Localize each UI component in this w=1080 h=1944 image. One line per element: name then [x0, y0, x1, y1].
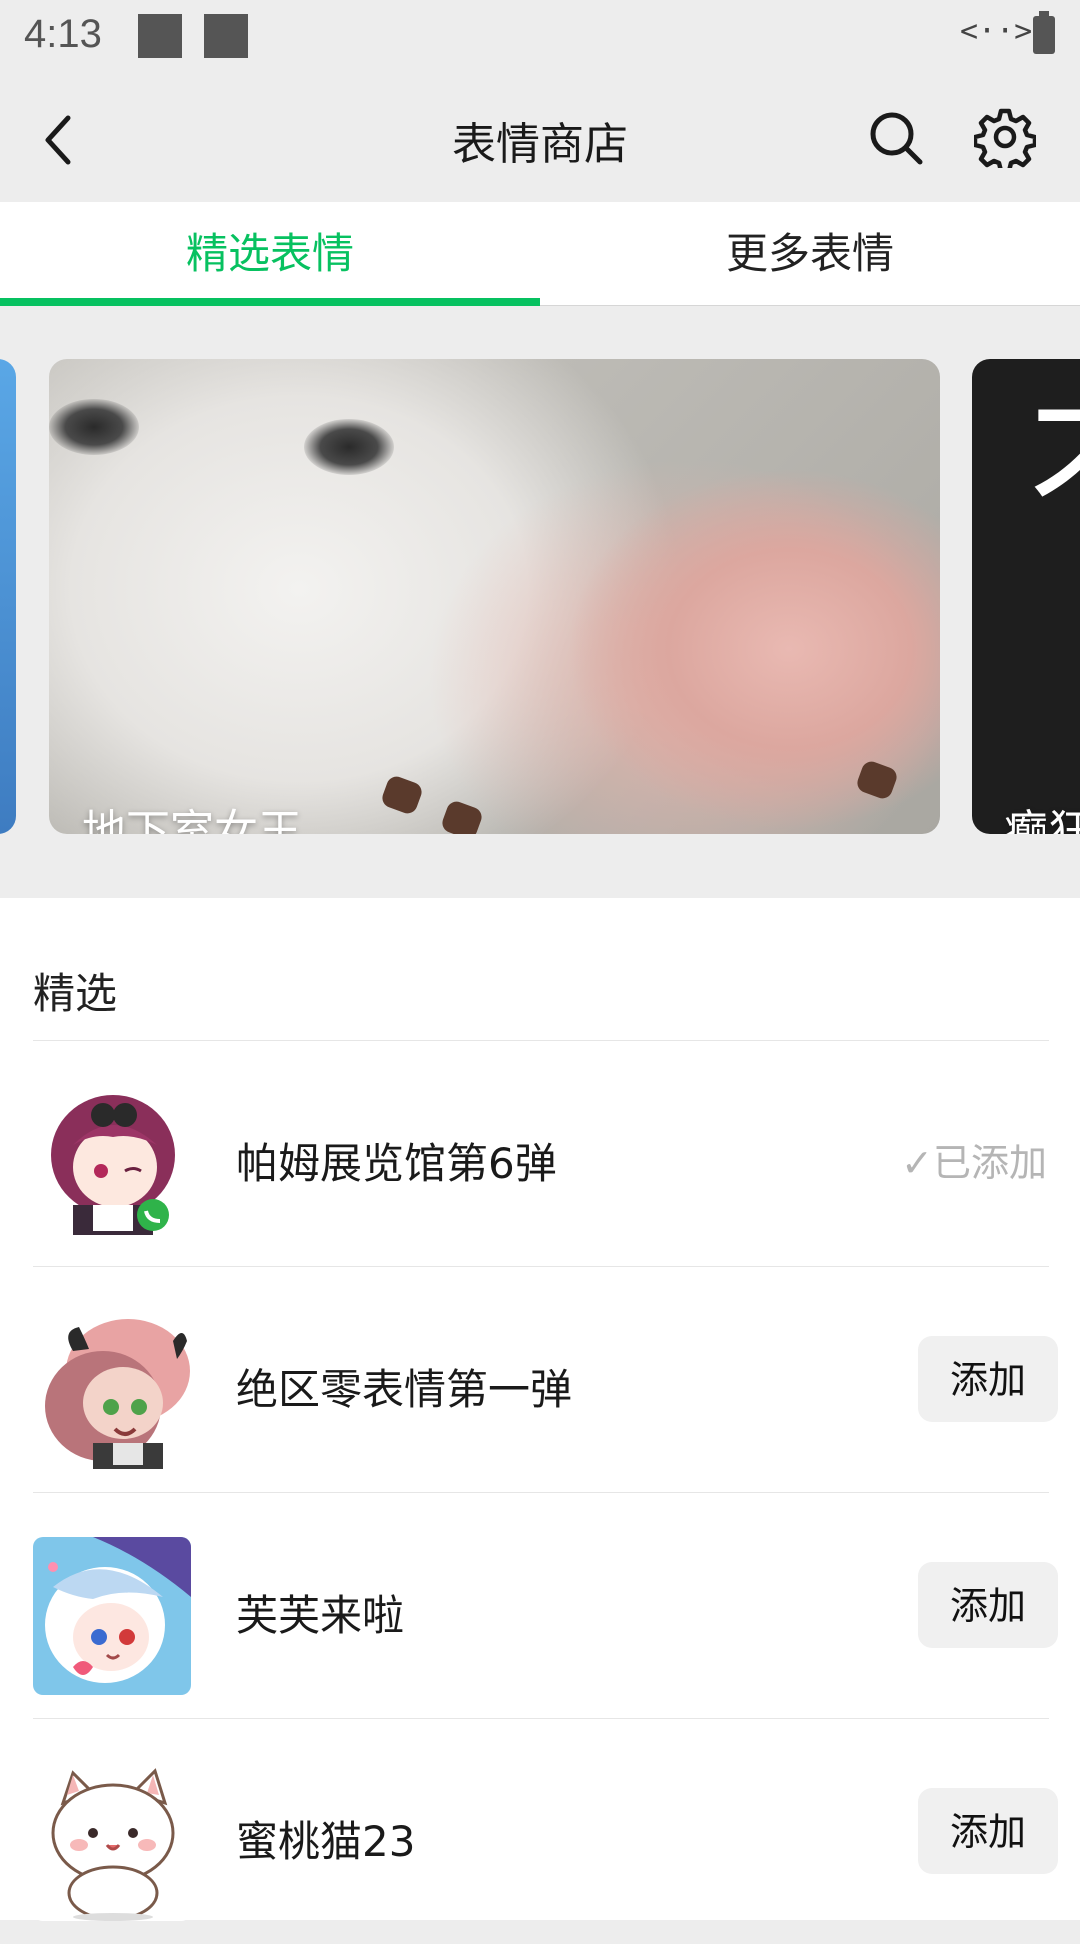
- sticker-title: 绝区零表情第一弹: [236, 1365, 573, 1414]
- check-icon: ✓: [901, 1141, 933, 1185]
- section-title: 精选: [33, 969, 118, 1018]
- list-item[interactable]: 蜜桃猫23 添加: [0, 1718, 1080, 1944]
- search-icon: [870, 112, 923, 165]
- banner-card-next[interactable]: 不 癫狂: [972, 359, 1080, 834]
- sticker-title: 帕姆展览馆第6弹: [236, 1139, 557, 1188]
- list-item[interactable]: 帕姆展览馆第6弹 ✓已添加: [0, 1040, 1080, 1266]
- add-button[interactable]: 添加: [918, 1336, 1058, 1422]
- status-time: 4:13: [24, 12, 102, 56]
- banner-caption: 癫狂: [1004, 806, 1080, 834]
- banner-image-detail: [854, 758, 900, 802]
- notification-icon: [204, 14, 248, 58]
- tab-indicator: [0, 298, 540, 306]
- status-bar: 4:13 <··>: [0, 0, 1080, 78]
- search-button[interactable]: [866, 108, 926, 168]
- banner-carousel[interactable]: 地下室女王 不 癫狂: [0, 306, 1080, 898]
- banner-card[interactable]: 地下室女王: [49, 359, 940, 834]
- sticker-thumbnail: [33, 1537, 191, 1695]
- battery-icon: [1033, 11, 1055, 54]
- list-item[interactable]: 绝区零表情第一弹 添加: [0, 1266, 1080, 1492]
- add-button[interactable]: 添加: [918, 1562, 1058, 1648]
- tab-featured-stickers[interactable]: 精选表情: [0, 202, 540, 306]
- sticker-thumbnail: [33, 1085, 191, 1243]
- banner-image-detail: [304, 419, 394, 475]
- tab-more-stickers[interactable]: 更多表情: [540, 202, 1080, 306]
- gear-icon: [972, 108, 1038, 174]
- banner-image-detail: [439, 798, 485, 834]
- banner-image-detail: [49, 399, 139, 455]
- banner-image-text: 不: [1028, 399, 1080, 549]
- list-item[interactable]: 芙芙来啦 添加: [0, 1492, 1080, 1718]
- add-button[interactable]: 添加: [918, 1788, 1058, 1874]
- sticker-title: 蜜桃猫23: [236, 1817, 416, 1866]
- added-status: ✓已添加: [901, 1141, 1047, 1185]
- sticker-list: 精选 帕姆展览馆第6弹 ✓已添加 绝区零表情第一弹 添加 芙芙来啦 添加 蜜桃猫…: [0, 898, 1080, 1921]
- sticker-thumbnail: [33, 1311, 191, 1469]
- banner-card-previous[interactable]: [0, 359, 16, 834]
- sticker-thumbnail: [33, 1763, 191, 1921]
- sticker-title: 芙芙来啦: [236, 1591, 405, 1640]
- network-icon: <··>: [960, 14, 1033, 49]
- banner-image-detail: [379, 773, 425, 817]
- notification-icon: [138, 14, 182, 58]
- title-bar: 表情商店: [0, 78, 1080, 202]
- settings-button[interactable]: [972, 106, 1038, 174]
- tab-bar: 精选表情 更多表情: [0, 202, 1080, 306]
- banner-caption: 地下室女王: [82, 806, 302, 834]
